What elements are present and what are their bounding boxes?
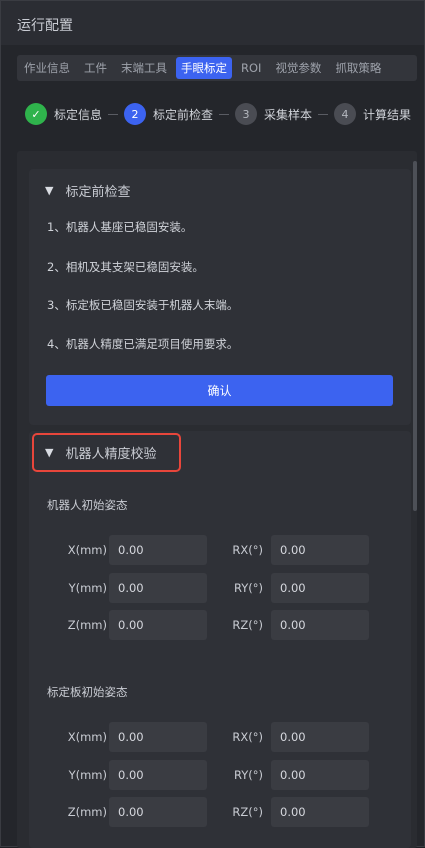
tab-workpiece[interactable]: 工件	[79, 57, 112, 79]
robot-ry-input[interactable]	[271, 573, 369, 603]
robot-y-input[interactable]	[109, 573, 207, 603]
config-window: 运行配置 作业信息 工件 末端工具 手眼标定 ROI 视觉参数 抓取策略 ✓ 标…	[0, 0, 425, 848]
check-item: 2、相机及其支架已稳固安装。	[47, 260, 204, 274]
step-separator	[219, 113, 230, 115]
chevron-down-icon: ▼	[45, 184, 54, 197]
check-item: 3、标定板已稳固安装于机器人末端。	[47, 298, 239, 312]
board-y-input[interactable]	[109, 760, 207, 790]
window-title: 运行配置	[1, 1, 424, 45]
step-number: 3	[235, 103, 258, 125]
check-item: 1、机器人基座已稳固安装。	[47, 220, 193, 234]
robot-y-label: Y(mm)	[68, 581, 107, 595]
tab-grasp-strategy[interactable]: 抓取策略	[330, 57, 386, 79]
precheck-panel: ▼ 标定前检查 1、机器人基座已稳固安装。 2、相机及其支架已稳固安装。 3、标…	[29, 169, 411, 425]
board-ry-input[interactable]	[271, 760, 369, 790]
robot-ry-label: RY(°)	[233, 581, 263, 595]
robot-z-label: Z(mm)	[67, 618, 107, 632]
check-item: 4、机器人精度已满足项目使用要求。	[47, 337, 239, 351]
robot-pose-title: 机器人初始姿态	[47, 498, 128, 512]
board-rz-input[interactable]	[271, 797, 369, 827]
tab-job-info[interactable]: 作业信息	[19, 57, 75, 79]
board-ry-label: RY(°)	[233, 768, 263, 782]
step-done-check-icon: ✓	[25, 103, 47, 125]
step-label: 标定信息	[54, 107, 103, 122]
step-separator	[108, 113, 119, 115]
robot-rx-input[interactable]	[271, 535, 369, 565]
board-z-label: Z(mm)	[67, 805, 107, 819]
precheck-title: 标定前检查	[65, 185, 131, 200]
robot-x-label: X(mm)	[67, 543, 107, 557]
robot-rz-input[interactable]	[271, 610, 369, 640]
precheck-header[interactable]: ▼ 标定前检查	[45, 181, 130, 200]
board-rz-label: RZ(°)	[232, 805, 263, 819]
board-y-label: Y(mm)	[68, 768, 107, 782]
board-rx-input[interactable]	[271, 722, 369, 752]
robot-rz-label: RZ(°)	[232, 618, 263, 632]
step-number: 4	[334, 103, 357, 125]
calibration-stepper: ✓ 标定信息 2 标定前检查 3 采集样本 4 计算结果	[25, 101, 425, 127]
highlight-box	[32, 433, 181, 472]
robot-rx-label: RX(°)	[232, 543, 263, 557]
step-collect-samples: 3 采集样本	[235, 103, 312, 125]
step-label: 标定前检查	[153, 107, 214, 122]
board-x-label: X(mm)	[67, 730, 107, 744]
scrollbar-thumb[interactable]	[413, 161, 417, 511]
step-label: 采集样本	[264, 107, 313, 122]
step-pre-check: 2 标定前检查	[124, 103, 213, 125]
step-calibration-info: ✓ 标定信息	[25, 103, 102, 125]
board-x-input[interactable]	[109, 722, 207, 752]
tab-hand-eye-calibration[interactable]: 手眼标定	[176, 57, 232, 79]
confirm-button[interactable]: 确认	[46, 375, 393, 406]
step-compute-result: 4 计算结果	[334, 103, 411, 125]
board-pose-title: 标定板初始姿态	[47, 685, 128, 699]
tab-vision-params[interactable]: 视觉参数	[270, 57, 326, 79]
robot-x-input[interactable]	[109, 535, 207, 565]
board-rx-label: RX(°)	[232, 730, 263, 744]
step-label: 计算结果	[363, 107, 412, 122]
tab-roi[interactable]: ROI	[236, 58, 266, 78]
tab-bar: 作业信息 工件 末端工具 手眼标定 ROI 视觉参数 抓取策略	[17, 55, 417, 81]
step-number: 2	[124, 103, 147, 125]
step-separator	[318, 113, 329, 115]
board-z-input[interactable]	[109, 797, 207, 827]
robot-z-input[interactable]	[109, 610, 207, 640]
tab-end-tool[interactable]: 末端工具	[116, 57, 172, 79]
